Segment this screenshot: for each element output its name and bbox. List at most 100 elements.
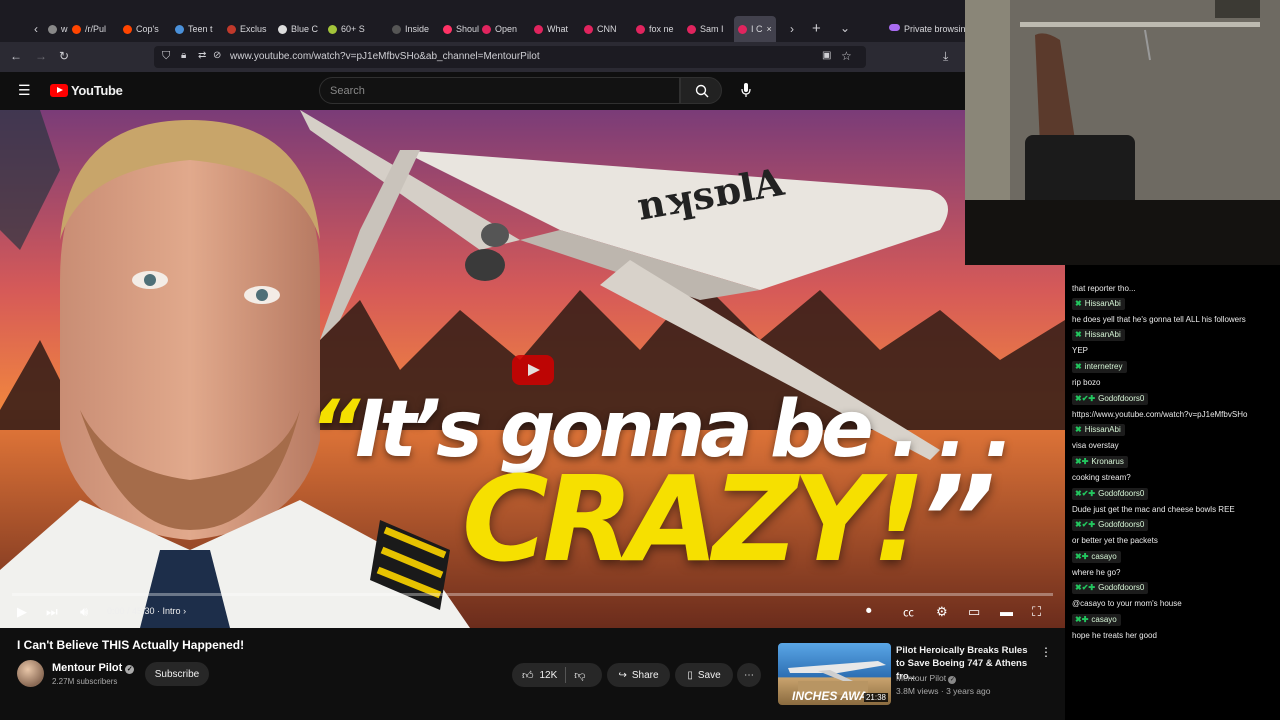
browser-tab[interactable]: Teen t [175, 16, 213, 42]
chat-username-chip[interactable]: ✖ HissanAbi [1072, 328, 1125, 341]
chat-username[interactable]: HissanAbi [1085, 425, 1121, 434]
browser-tab[interactable]: Inside [392, 16, 429, 42]
tab-label: Blue C [291, 24, 319, 34]
close-tab-icon[interactable]: × [767, 24, 772, 34]
subtitles-icon[interactable]: ㏄ [903, 604, 914, 620]
tab-scroll-right-icon[interactable]: › [790, 22, 794, 36]
browser-tab[interactable]: 60+ S [328, 16, 365, 42]
browser-tab[interactable]: ws [48, 16, 68, 42]
chat-username-chip[interactable]: ✖✚ casayo [1072, 613, 1121, 626]
chat-username[interactable]: HissanAbi [1085, 330, 1121, 339]
chapter-arrow-icon[interactable]: › [183, 606, 186, 616]
channel-avatar[interactable] [17, 660, 44, 687]
chat-username[interactable]: casayo [1091, 552, 1116, 561]
volume-icon[interactable]: 🔊︎ [80, 604, 88, 620]
more-actions-button[interactable]: ⋯ [737, 663, 761, 687]
search-button[interactable] [680, 77, 722, 104]
reload-icon[interactable]: ↻ [59, 49, 69, 63]
browser-tab[interactable]: CNN [584, 16, 617, 42]
autoplay-toggle-icon[interactable]: ⏺︎ [866, 605, 872, 618]
chapter-label[interactable]: Intro [163, 606, 181, 616]
next-video-icon[interactable]: ⏭︎ [46, 604, 58, 620]
browser-tab[interactable]: I C × [734, 16, 776, 42]
youtube-logo[interactable]: YouTube [50, 83, 123, 98]
tab-favicon-icon [227, 24, 236, 34]
fullscreen-icon[interactable]: ⛶ [1032, 604, 1041, 620]
thumbnail-quote-line2: CRAZY!” [462, 460, 996, 578]
recommended-channel[interactable]: Mentour Pilot ✓ [896, 673, 957, 684]
chat-username-chip[interactable]: ✖✔✚ Godofdoors0 [1072, 581, 1149, 594]
play-icon[interactable]: ▶ [17, 604, 27, 620]
tab-label: Inside [405, 24, 430, 34]
url-text[interactable]: www.youtube.com/watch?v=pJ1eMfbvSHo&ab_c… [230, 51, 540, 62]
browser-tab[interactable]: fox ne [636, 16, 674, 42]
channel-name-text[interactable]: Mentour Pilot [52, 662, 122, 674]
save-button[interactable]: ▯ Save [675, 663, 733, 687]
browser-tab[interactable]: /r/Pul [72, 16, 106, 42]
chat-username-chip[interactable]: ✖✚ Kronarus [1072, 455, 1128, 468]
settings-gear-icon[interactable]: ⚙︎ [936, 604, 948, 620]
browser-tab[interactable]: Shoul [443, 16, 479, 42]
back-icon[interactable]: ← [10, 49, 22, 63]
miniplayer-icon[interactable]: ▭ [968, 604, 980, 620]
subscribe-button[interactable]: Subscribe [145, 662, 209, 686]
tab-scroll-left-icon[interactable]: ‹ [34, 22, 38, 36]
chat-username-chip[interactable]: ✖✔✚ Godofdoors0 [1072, 487, 1149, 500]
chat-text: Dude just get the mac and cheese bowls R… [1072, 505, 1235, 514]
chat-username-chip[interactable]: ✖✔✚ Godofdoors0 [1072, 392, 1149, 405]
save-playlist-icon: ▯ [687, 669, 693, 681]
recommended-video-thumbnail[interactable]: INCHES AWA 21:38 [778, 643, 891, 705]
forward-icon[interactable]: → [35, 49, 47, 63]
search-input[interactable] [320, 78, 679, 103]
tab-favicon-icon [392, 24, 401, 34]
tab-label: Open [495, 24, 518, 34]
subscriber-count: 2.27M subscribers [52, 677, 118, 686]
channel-name[interactable]: Mentour Pilot ✓ [52, 662, 135, 674]
browser-tab[interactable]: Exclus [227, 16, 267, 42]
big-play-button[interactable] [512, 355, 554, 385]
browser-tab[interactable]: Blue C [278, 16, 318, 42]
chat-username-chip[interactable]: ✖✚ casayo [1072, 550, 1121, 563]
reader-view-icon[interactable]: ▣ [822, 50, 831, 61]
recommended-channel-text[interactable]: Mentour Pilot [896, 673, 946, 683]
chat-username[interactable]: casayo [1091, 615, 1116, 624]
lock-icon[interactable]: 🔒︎ [181, 50, 186, 61]
browser-tab[interactable]: What [534, 16, 568, 42]
tracking-protection-icon[interactable]: ⛉ [162, 50, 170, 63]
list-all-tabs-icon[interactable]: ⌄ [840, 21, 850, 35]
chat-username-chip[interactable]: ✖ HissanAbi [1072, 423, 1125, 436]
chat-text: he does yell that he's gonna tell ALL hi… [1072, 315, 1246, 324]
chat-username-chip[interactable]: ✖ HissanAbi [1072, 297, 1125, 310]
like-count[interactable]: 12K [540, 670, 558, 681]
chat-badge-icon: ✖✔✚ [1075, 489, 1096, 498]
browser-tab[interactable]: Sam I [687, 16, 724, 42]
permissions-icon[interactable]: ⇄ [198, 50, 206, 61]
thumbs-down-icon[interactable]: 👎︎ [574, 669, 585, 682]
video-player[interactable]: nʞsɒlA “It’s gonna be . . . CRAZY!” [0, 110, 1065, 628]
chat-badge-icon: ✖✚ [1075, 457, 1089, 466]
chat-username[interactable]: Godofdoors0 [1098, 489, 1144, 498]
browser-tab[interactable]: Open [482, 16, 517, 42]
media-blocked-icon[interactable]: ⊘ [213, 50, 221, 61]
new-tab-icon[interactable]: + [812, 20, 821, 37]
chat-username[interactable]: Kronarus [1091, 457, 1123, 466]
chat-username[interactable]: HissanAbi [1085, 299, 1121, 308]
microphone-icon[interactable] [741, 83, 751, 98]
thumbs-up-icon[interactable]: 👍︎ [522, 669, 534, 682]
chat-username-chip[interactable]: ✖ internetrey [1072, 360, 1127, 373]
bookmark-star-icon[interactable]: ☆ [841, 49, 852, 63]
theater-mode-icon[interactable]: ▬ [1000, 604, 1013, 619]
recommended-more-icon[interactable]: ⋮ [1040, 645, 1052, 659]
chat-username[interactable]: Godofdoors0 [1098, 520, 1144, 529]
share-button[interactable]: ↪ Share [607, 663, 670, 687]
chat-username[interactable]: Godofdoors0 [1098, 394, 1144, 403]
tab-favicon-icon [123, 24, 132, 34]
downloads-icon[interactable]: ⤓ [943, 49, 948, 64]
chat-username[interactable]: internetrey [1085, 362, 1123, 371]
chat-badge-icon: ✖✔✚ [1075, 394, 1096, 403]
chat-username[interactable]: Godofdoors0 [1098, 583, 1144, 592]
hamburger-menu-icon[interactable]: ☰ [18, 82, 31, 99]
chat-text: @casayo to your mom's house [1072, 599, 1182, 608]
browser-tab[interactable]: Cop's [123, 16, 159, 42]
chat-username-chip[interactable]: ✖✔✚ Godofdoors0 [1072, 518, 1149, 531]
